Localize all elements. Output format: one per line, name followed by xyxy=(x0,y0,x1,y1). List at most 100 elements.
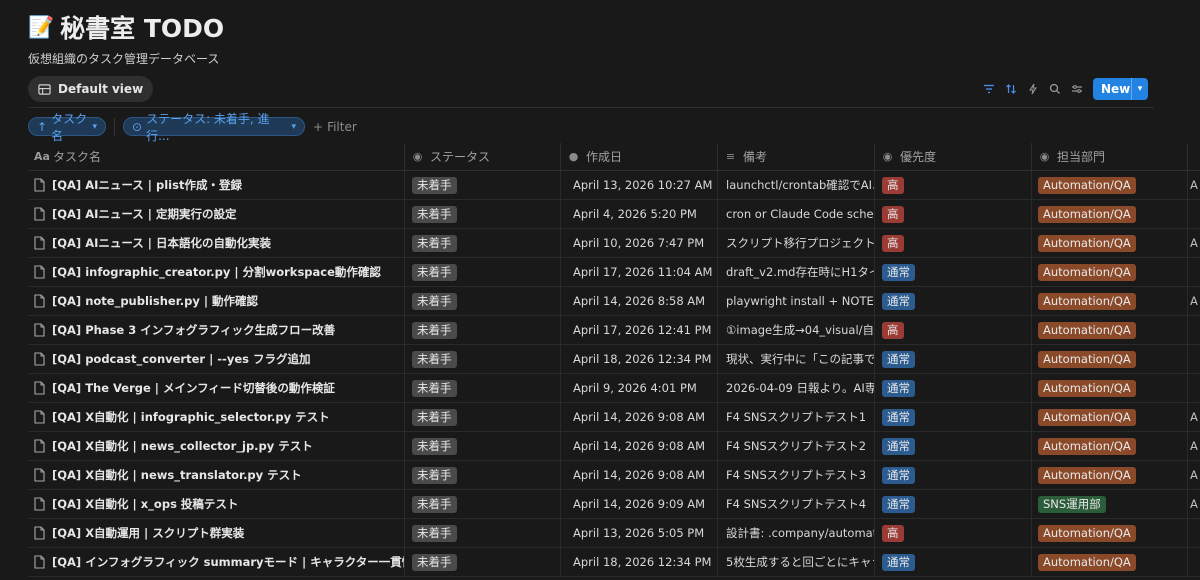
task-name-cell[interactable]: [QA] X自動化 | infographic_selector.py テスト xyxy=(28,402,405,432)
table-row[interactable]: [QA] AIニュース | 定期実行の設定 未着手 April 4, 2026 … xyxy=(28,199,1200,229)
priority-cell[interactable]: 通常 xyxy=(875,344,1032,374)
table-row[interactable]: [QA] podcast_converter | --yes フラグ追加 未着手… xyxy=(28,344,1200,374)
task-name[interactable]: [QA] AIニュース | 定期実行の設定 xyxy=(52,206,237,222)
created-date-cell[interactable]: April 13, 2026 5:05 PM xyxy=(561,518,718,548)
task-name[interactable]: [QA] AIニュース | plist作成・登録 xyxy=(52,177,242,193)
status-cell[interactable]: 未着手 xyxy=(405,518,561,548)
note-cell[interactable]: F4 SNSスクリプトテスト3 xyxy=(718,460,875,490)
created-date-cell[interactable]: April 9, 2026 4:01 PM xyxy=(561,373,718,403)
column-header-name[interactable]: Aa タスク名 xyxy=(28,142,405,171)
sort-chip[interactable]: ↑ タスク名 ▾ xyxy=(28,112,106,143)
note-cell[interactable]: draft_v2.md存在時にH1タイト xyxy=(718,257,875,287)
column-header-note[interactable]: ≡ 備考 xyxy=(718,142,875,171)
task-name-cell[interactable]: [QA] podcast_converter | --yes フラグ追加 xyxy=(28,344,405,374)
search-icon[interactable] xyxy=(1048,80,1062,98)
note-cell[interactable]: launchctl/crontab確認でAIニュ xyxy=(718,170,875,200)
created-date-cell[interactable]: April 14, 2026 9:08 AM xyxy=(561,460,718,490)
status-cell[interactable]: 未着手 xyxy=(405,344,561,374)
priority-cell[interactable]: 通常 xyxy=(875,402,1032,432)
filter-icon[interactable] xyxy=(982,80,996,98)
column-header-created[interactable]: ● 作成日 xyxy=(561,142,718,171)
department-cell[interactable]: Automation/QA xyxy=(1032,315,1188,345)
created-date-cell[interactable]: April 14, 2026 9:09 AM xyxy=(561,489,718,519)
status-cell[interactable]: 未着手 xyxy=(405,315,561,345)
column-header-status[interactable]: ◉ ステータス xyxy=(405,142,561,171)
task-name-cell[interactable]: [QA] X自動運用 | スクリプト群実装 xyxy=(28,518,405,548)
task-name-cell[interactable]: [QA] X自動化 | news_collector_jp.py テスト xyxy=(28,431,405,461)
task-name-cell[interactable]: [QA] AIニュース | 日本語化の自動化実装 xyxy=(28,228,405,258)
created-date-cell[interactable]: April 18, 2026 12:34 PM xyxy=(561,344,718,374)
note-cell[interactable]: cron or Claude Code schedule xyxy=(718,199,875,229)
task-name[interactable]: [QA] X自動運用 | スクリプト群実装 xyxy=(52,525,244,541)
status-cell[interactable]: 未着手 xyxy=(405,489,561,519)
status-filter-chip[interactable]: ⊙ ステータス: 未着手, 進行... ▾ xyxy=(123,112,305,143)
task-name-cell[interactable]: [QA] Phase 3 インフォグラフィック生成フロー改善 xyxy=(28,315,405,345)
task-name-cell[interactable]: [QA] infographic_creator.py | 分割workspac… xyxy=(28,257,405,287)
status-cell[interactable]: 未着手 xyxy=(405,199,561,229)
priority-cell[interactable]: 高 xyxy=(875,199,1032,229)
task-name[interactable]: [QA] podcast_converter | --yes フラグ追加 xyxy=(52,351,310,367)
status-cell[interactable]: 未着手 xyxy=(405,402,561,432)
column-header-department[interactable]: ◉ 担当部門 xyxy=(1032,142,1188,171)
status-cell[interactable]: 未着手 xyxy=(405,460,561,490)
new-button[interactable]: New ▾ xyxy=(1093,78,1148,100)
priority-cell[interactable]: 通常 xyxy=(875,489,1032,519)
note-cell[interactable]: playwright install + NOTE認証 xyxy=(718,286,875,316)
priority-cell[interactable]: 通常 xyxy=(875,373,1032,403)
task-name[interactable]: [QA] The Verge | メインフィード切替後の動作検証 xyxy=(52,380,335,396)
status-cell[interactable]: 未着手 xyxy=(405,373,561,403)
overflow-cell[interactable]: A xyxy=(1188,287,1200,316)
page-title-text[interactable]: 秘書室 TODO xyxy=(60,9,224,45)
status-cell[interactable]: 未着手 xyxy=(405,547,561,577)
department-cell[interactable]: Automation/QA xyxy=(1032,344,1188,374)
priority-cell[interactable]: 高 xyxy=(875,228,1032,258)
priority-cell[interactable]: 高 xyxy=(875,518,1032,548)
overflow-cell[interactable] xyxy=(1188,200,1200,229)
note-cell[interactable]: スクリプト移行プロジェクトの xyxy=(718,228,875,258)
note-cell[interactable]: 2026-04-09 日報より。AI専用 xyxy=(718,373,875,403)
note-cell[interactable]: ①image生成→04_visual/自動化 xyxy=(718,315,875,345)
table-row[interactable]: [QA] Phase 3 インフォグラフィック生成フロー改善 未着手 April… xyxy=(28,315,1200,345)
department-cell[interactable]: Automation/QA xyxy=(1032,402,1188,432)
created-date-cell[interactable]: April 10, 2026 7:47 PM xyxy=(561,228,718,258)
overflow-cell[interactable] xyxy=(1188,519,1200,548)
priority-cell[interactable]: 通常 xyxy=(875,286,1032,316)
task-name-cell[interactable]: [QA] インフォグラフィック summaryモード | キャラクター一貫性問題 xyxy=(28,547,405,577)
chevron-down-icon[interactable]: ▾ xyxy=(1132,84,1148,94)
task-name-cell[interactable]: [QA] AIニュース | 定期実行の設定 xyxy=(28,199,405,229)
department-cell[interactable]: SNS運用部 xyxy=(1032,489,1188,519)
table-row[interactable]: [QA] note_publisher.py | 動作確認 未着手 April … xyxy=(28,286,1200,316)
department-cell[interactable]: Automation/QA xyxy=(1032,431,1188,461)
table-row[interactable]: [QA] The Verge | メインフィード切替後の動作検証 未着手 Apr… xyxy=(28,373,1200,403)
table-row[interactable]: [QA] X自動化 | infographic_selector.py テスト … xyxy=(28,402,1200,432)
overflow-cell[interactable] xyxy=(1188,258,1200,287)
task-name[interactable]: [QA] X自動化 | infographic_selector.py テスト xyxy=(52,409,330,425)
overflow-cell[interactable]: A xyxy=(1188,461,1200,490)
table-row[interactable]: [QA] AIニュース | plist作成・登録 未着手 April 13, 2… xyxy=(28,170,1200,200)
created-date-cell[interactable]: April 17, 2026 12:41 PM xyxy=(561,315,718,345)
created-date-cell[interactable]: April 18, 2026 12:34 PM xyxy=(561,547,718,577)
overflow-cell[interactable]: A xyxy=(1188,171,1200,200)
status-cell[interactable]: 未着手 xyxy=(405,170,561,200)
note-cell[interactable]: 設計書: .company/automation- xyxy=(718,518,875,548)
department-cell[interactable]: Automation/QA xyxy=(1032,547,1188,577)
task-name[interactable]: [QA] AIニュース | 日本語化の自動化実装 xyxy=(52,235,271,251)
table-row[interactable]: [QA] X自動化 | news_collector_jp.py テスト 未着手… xyxy=(28,431,1200,461)
created-date-cell[interactable]: April 4, 2026 5:20 PM xyxy=(561,199,718,229)
note-cell[interactable]: 現状、実行中に「この記事でポ xyxy=(718,344,875,374)
department-cell[interactable]: Automation/QA xyxy=(1032,199,1188,229)
created-date-cell[interactable]: April 14, 2026 9:08 AM xyxy=(561,431,718,461)
department-cell[interactable]: Automation/QA xyxy=(1032,257,1188,287)
task-name-cell[interactable]: [QA] X自動化 | news_translator.py テスト xyxy=(28,460,405,490)
page-description[interactable]: 仮想組織のタスク管理データベース xyxy=(28,50,224,67)
sort-icon[interactable] xyxy=(1004,80,1018,98)
priority-cell[interactable]: 通常 xyxy=(875,431,1032,461)
task-name[interactable]: [QA] note_publisher.py | 動作確認 xyxy=(52,293,258,309)
task-name[interactable]: [QA] インフォグラフィック summaryモード | キャラクター一貫性問題 xyxy=(52,554,404,570)
department-cell[interactable]: Automation/QA xyxy=(1032,228,1188,258)
table-row[interactable]: [QA] X自動運用 | スクリプト群実装 未着手 April 13, 2026… xyxy=(28,518,1200,548)
add-filter-button[interactable]: + Filter xyxy=(313,120,357,134)
page-emoji[interactable]: 📝 xyxy=(28,15,54,40)
status-cell[interactable]: 未着手 xyxy=(405,286,561,316)
status-cell[interactable]: 未着手 xyxy=(405,431,561,461)
